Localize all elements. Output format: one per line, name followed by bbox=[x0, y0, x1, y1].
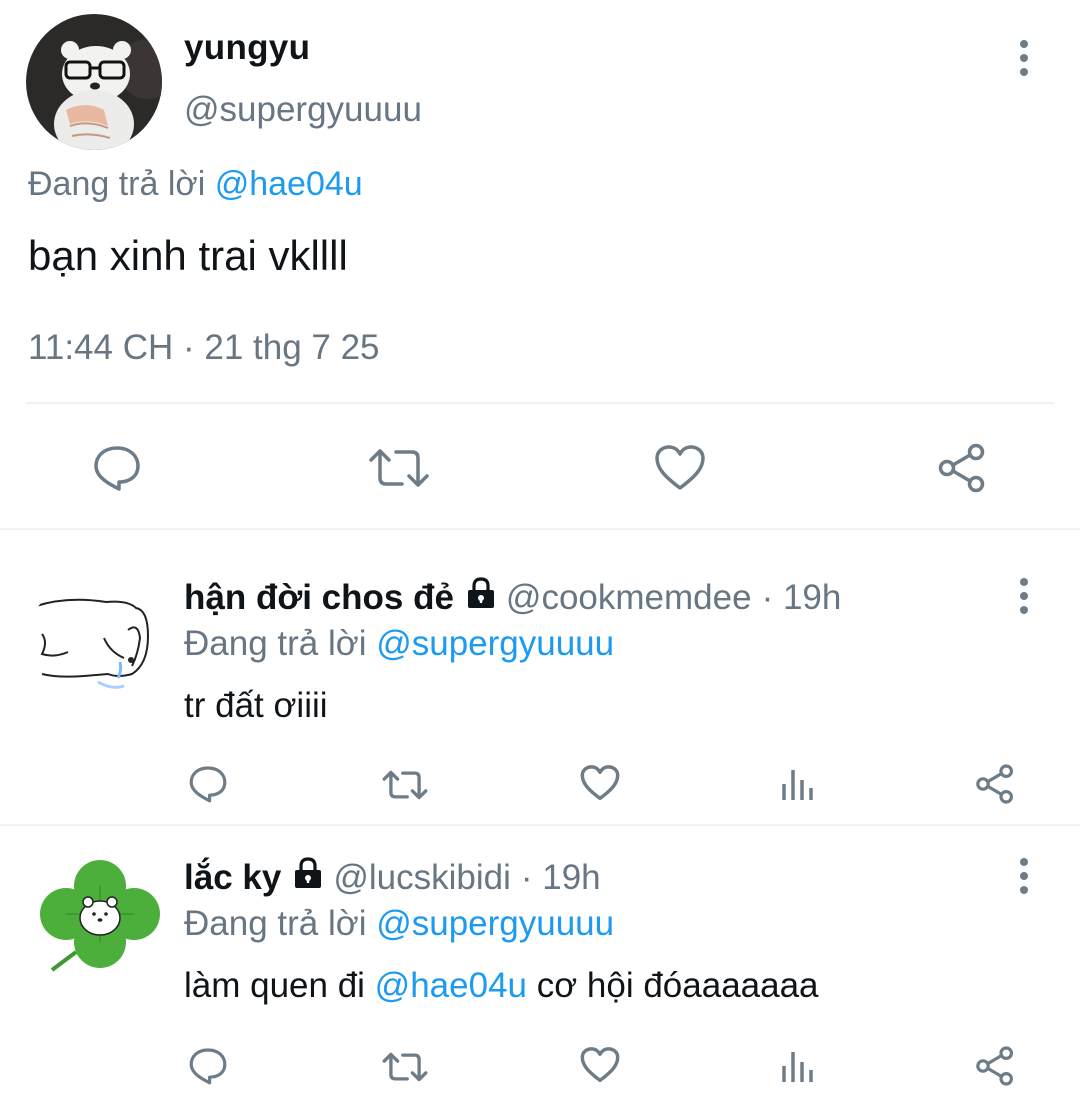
mention-link[interactable]: @supergyuuuu bbox=[376, 624, 614, 663]
reply-header: hận đời chos đẻ @cookmemdee · 19h bbox=[184, 576, 841, 619]
reply-text-prefix: làm quen đi bbox=[184, 966, 375, 1005]
avatar[interactable] bbox=[28, 578, 154, 704]
retweet-icon[interactable] bbox=[382, 1050, 428, 1084]
divider bbox=[0, 528, 1080, 530]
mention-link[interactable]: @supergyuuuu bbox=[376, 904, 614, 943]
avatar[interactable] bbox=[36, 856, 164, 974]
replying-to: Đang trả lời @supergyuuuu bbox=[184, 624, 614, 664]
sketch-animal-avatar bbox=[35, 598, 150, 689]
user-handle[interactable]: @lucskibidi bbox=[333, 858, 511, 898]
reply-icon[interactable] bbox=[188, 764, 228, 804]
reply-text-suffix: cơ hội đóaaaaaaa bbox=[527, 966, 819, 1005]
reply-text: làm quen đi @hae04u cơ hội đóaaaaaaa bbox=[184, 966, 819, 1006]
bear-plush-avatar bbox=[26, 14, 162, 150]
replying-to: Đang trả lời @hae04u bbox=[28, 165, 363, 204]
mention-link[interactable]: @hae04u bbox=[215, 165, 363, 203]
like-icon[interactable] bbox=[580, 764, 620, 802]
retweet-icon[interactable] bbox=[368, 446, 430, 490]
divider bbox=[26, 402, 1054, 404]
reply-time[interactable]: · 19h bbox=[521, 858, 601, 898]
display-name[interactable]: lắc ky bbox=[184, 858, 281, 898]
divider bbox=[0, 824, 1080, 826]
replying-prefix: Đang trả lời bbox=[184, 904, 377, 943]
more-options-icon[interactable] bbox=[1006, 38, 1042, 78]
like-icon[interactable] bbox=[580, 1046, 620, 1084]
retweet-icon[interactable] bbox=[382, 768, 428, 802]
tweet-timestamp[interactable]: 11:44 CH · 21 thg 7 25 bbox=[28, 328, 380, 368]
reply-icon[interactable] bbox=[92, 444, 142, 492]
replying-prefix: Đang trả lời bbox=[28, 165, 215, 203]
lock-icon bbox=[464, 576, 498, 619]
reply-text: tr đất ơiiii bbox=[184, 686, 328, 725]
reply-time[interactable]: · 19h bbox=[762, 578, 842, 618]
like-icon[interactable] bbox=[654, 444, 706, 492]
more-options-icon[interactable] bbox=[1006, 856, 1042, 896]
stats-icon[interactable] bbox=[780, 766, 814, 802]
tweet-text: bạn xinh trai vkllll bbox=[28, 232, 348, 279]
mention-link[interactable]: @hae04u bbox=[375, 966, 527, 1005]
share-icon[interactable] bbox=[974, 1046, 1016, 1086]
share-icon[interactable] bbox=[974, 764, 1016, 804]
display-name[interactable]: hận đời chos đẻ bbox=[184, 578, 454, 618]
user-handle[interactable]: @supergyuuuu bbox=[184, 90, 422, 130]
reply-icon[interactable] bbox=[188, 1046, 228, 1086]
replying-to: Đang trả lời @supergyuuuu bbox=[184, 904, 614, 944]
share-icon[interactable] bbox=[936, 443, 988, 493]
more-options-icon[interactable] bbox=[1006, 576, 1042, 616]
reply-header: lắc ky @lucskibidi · 19h bbox=[184, 856, 601, 899]
avatar[interactable] bbox=[26, 14, 162, 150]
replying-prefix: Đang trả lời bbox=[184, 624, 377, 663]
user-handle[interactable]: @cookmemdee bbox=[506, 578, 752, 618]
display-name[interactable]: yungyu bbox=[184, 28, 310, 68]
lock-icon bbox=[291, 856, 325, 899]
clover-avatar bbox=[40, 860, 160, 972]
stats-icon[interactable] bbox=[780, 1048, 814, 1084]
